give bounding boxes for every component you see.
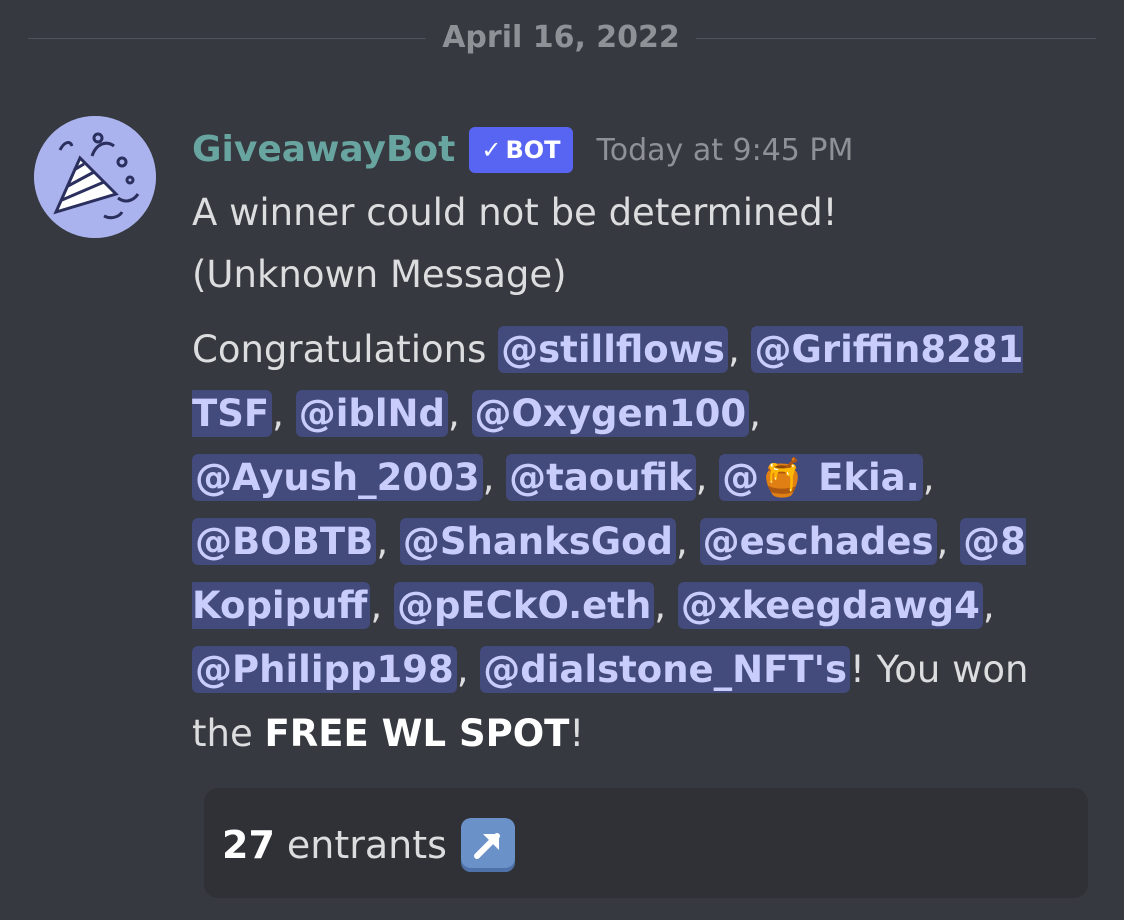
separator: , — [922, 456, 935, 499]
up-right-arrow-icon[interactable] — [460, 818, 515, 872]
user-mention[interactable]: @ShanksGod — [399, 518, 677, 565]
user-mention[interactable]: @Ayush_2003 — [192, 454, 483, 501]
user-mention[interactable]: @🍯 Ekia. — [719, 454, 923, 501]
user-mention[interactable]: @pECkO.eth — [393, 582, 655, 629]
separator: , — [936, 520, 961, 563]
user-mention[interactable]: @eschades — [699, 518, 937, 565]
message-line-2: (Unknown Message) — [192, 253, 567, 296]
bot-badge: ✓ BOT — [469, 127, 573, 173]
separator: , — [376, 520, 400, 563]
bot-badge-label: BOT — [505, 136, 561, 164]
separator: , — [695, 456, 720, 499]
user-mention[interactable]: @Philipp198 — [192, 646, 457, 693]
user-mention[interactable]: @Oxygen100 — [471, 390, 750, 437]
separator: , — [456, 648, 481, 691]
message-header: GiveawayBot ✓ BOT Today at 9:45 PM — [192, 122, 853, 178]
separator: , — [982, 584, 995, 627]
separator: , — [482, 456, 507, 499]
separator: , — [448, 392, 472, 435]
message-timestamp[interactable]: Today at 9:45 PM — [597, 133, 854, 168]
message-body: Congratulations @stillflows, @Griffin828… — [192, 318, 1072, 766]
separator: , — [676, 520, 700, 563]
separator: , — [272, 392, 296, 435]
user-mention[interactable]: @iblNd — [295, 390, 449, 437]
check-icon: ✓ — [481, 136, 502, 164]
user-mention[interactable]: @xkeegdawg4 — [677, 582, 983, 629]
entrants-row[interactable]: 27 entrants — [222, 818, 515, 872]
date-divider-right — [696, 38, 1096, 39]
entrant-count: 27 — [222, 823, 275, 867]
prize-text: FREE WL SPOT — [264, 712, 570, 755]
congrats-text: Congratulations — [192, 328, 499, 371]
exclamation: ! — [569, 712, 585, 755]
party-popper-icon — [34, 116, 156, 238]
up-right-arrow-icon-glyph — [473, 833, 500, 859]
message-line-1: A winner could not be determined! — [192, 191, 838, 234]
separator: , — [727, 328, 752, 371]
separator: , — [749, 392, 761, 435]
date-divider-left — [28, 38, 426, 39]
avatar[interactable] — [34, 116, 156, 238]
separator: , — [654, 584, 678, 627]
user-mention[interactable]: @BOBTB — [192, 518, 377, 565]
separator: , — [370, 584, 394, 627]
author-name[interactable]: GiveawayBot — [192, 122, 455, 178]
user-mention[interactable]: @stillflows — [498, 326, 728, 373]
giveaway-embed: 27 entrants — [204, 788, 1088, 898]
user-mention[interactable]: @dialstone_NFT's — [480, 646, 850, 693]
user-mention[interactable]: @taoufik — [506, 454, 696, 501]
entrants-label: entrants — [286, 823, 447, 867]
date-divider-label: April 16, 2022 — [442, 20, 680, 55]
